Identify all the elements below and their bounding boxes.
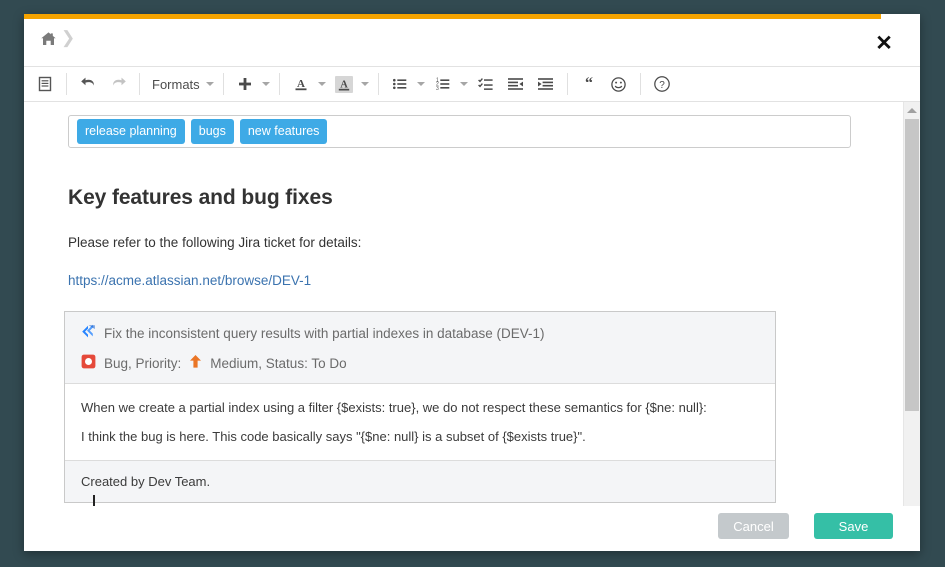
- scrollbar-thumb[interactable]: [905, 119, 919, 411]
- dialog-header: ❯ ✕: [24, 19, 920, 67]
- home-icon[interactable]: [40, 31, 57, 47]
- editor-toolbar: Formats A A 1 2 3 “ ?: [24, 67, 920, 102]
- jira-ticket-link[interactable]: https://acme.atlassian.net/browse/DEV-1: [68, 273, 851, 288]
- page-title: Key features and bug fixes: [68, 186, 333, 209]
- undo-button[interactable]: [73, 72, 103, 96]
- source-code-button[interactable]: [30, 72, 60, 96]
- jira-card-summary-row: Fix the inconsistent query results with …: [81, 324, 759, 342]
- jira-card-summary: Fix the inconsistent query results with …: [104, 325, 545, 341]
- bug-type-icon: [81, 354, 96, 372]
- tag-chip[interactable]: bugs: [190, 119, 234, 144]
- outdent-button[interactable]: [501, 72, 531, 96]
- cancel-button[interactable]: Cancel: [718, 513, 789, 539]
- jira-card-meta-row: Bug, Priority: Medium, Status: To Do: [81, 354, 759, 372]
- breadcrumb-separator: ❯: [61, 28, 76, 47]
- toolbar-divider: [377, 73, 379, 95]
- formats-chevron-down-icon[interactable]: [204, 72, 217, 96]
- toolbar-divider: [639, 73, 641, 95]
- jira-card-type-label: Bug, Priority:: [104, 355, 182, 371]
- jira-card-paragraph: When we create a partial index using a f…: [81, 400, 707, 415]
- tag-chip[interactable]: new features: [239, 119, 328, 144]
- text-cursor: [93, 495, 95, 506]
- text-color-button[interactable]: A: [286, 72, 316, 96]
- jira-card-header: Fix the inconsistent query results with …: [65, 312, 775, 384]
- scroll-up-arrow-icon[interactable]: [904, 104, 920, 116]
- redo-button[interactable]: [103, 72, 133, 96]
- jira-card-body: When we create a partial index using a f…: [65, 384, 775, 461]
- blockquote-button[interactable]: “: [574, 72, 604, 96]
- toolbar-divider: [66, 73, 67, 95]
- toolbar-divider: [222, 73, 224, 95]
- formats-label: Formats: [152, 76, 200, 92]
- tags-input[interactable]: release planning bugs new features: [68, 115, 851, 148]
- numbered-list-chevron-down-icon[interactable]: [458, 72, 471, 96]
- toolbar-divider: [566, 73, 568, 95]
- intro-paragraph: Please refer to the following Jira ticke…: [68, 235, 362, 250]
- jira-card-footer: Created by Dev Team.: [65, 461, 775, 502]
- content-scrollbar[interactable]: [903, 102, 920, 506]
- insert-chevron-down-icon[interactable]: [260, 72, 273, 96]
- highlight-color-chevron-down-icon[interactable]: [359, 72, 372, 96]
- bullet-list-button[interactable]: [385, 72, 415, 96]
- priority-medium-arrow-icon: [189, 354, 202, 372]
- jira-logo-icon: [81, 324, 96, 342]
- editor-canvas[interactable]: release planning bugs new features Key f…: [24, 102, 895, 506]
- text-color-chevron-down-icon[interactable]: [316, 72, 329, 96]
- numbered-list-button[interactable]: 1 2 3: [428, 72, 458, 96]
- tag-chip[interactable]: release planning: [77, 119, 185, 144]
- svg-text:“: “: [585, 76, 593, 92]
- svg-text:3: 3: [436, 86, 439, 92]
- jira-card-paragraph: I think the bug is here. This code basic…: [81, 429, 586, 444]
- save-button[interactable]: Save: [814, 513, 893, 539]
- editor-content-area[interactable]: release planning bugs new features Key f…: [24, 102, 920, 506]
- task-list-button[interactable]: [471, 72, 501, 96]
- indent-button[interactable]: [531, 72, 561, 96]
- formats-button[interactable]: Formats: [146, 72, 204, 96]
- toolbar-divider: [278, 73, 280, 95]
- toolbar-divider: [139, 73, 140, 95]
- insert-button[interactable]: [230, 72, 260, 96]
- breadcrumb: ❯: [40, 29, 75, 48]
- highlight-color-button[interactable]: A: [329, 72, 359, 96]
- bullet-list-chevron-down-icon[interactable]: [415, 72, 428, 96]
- svg-text:A: A: [297, 78, 305, 90]
- help-button[interactable]: ?: [647, 72, 677, 96]
- editor-dialog: ❯ ✕ Formats A A 1 2 3 “ ? release planni…: [24, 14, 920, 551]
- jira-smart-card[interactable]: Fix the inconsistent query results with …: [64, 311, 776, 503]
- jira-card-priority-label: Medium, Status: To Do: [210, 355, 347, 371]
- close-button[interactable]: ✕: [870, 29, 898, 57]
- svg-text:?: ?: [659, 80, 665, 91]
- document-body: Key features and bug fixes Please refer …: [24, 186, 895, 288]
- emoji-button[interactable]: [604, 72, 634, 96]
- dialog-footer: Cancel Save: [24, 506, 920, 551]
